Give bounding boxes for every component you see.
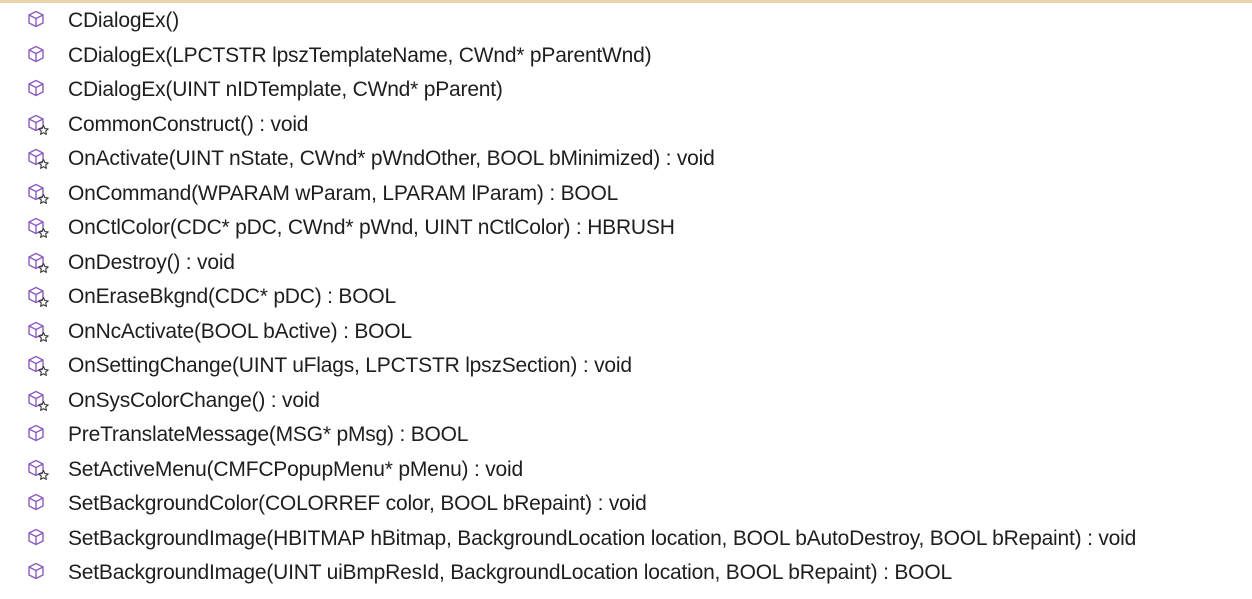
protected-method-icon [26,182,50,206]
member-label: CDialogEx(LPCTSTR lpszTemplateName, CWnd… [68,43,652,67]
public-method-icon [26,423,50,447]
member-label: PreTranslateMessage(MSG* pMsg) : BOOL [68,423,469,447]
member-label: OnDestroy() : void [68,250,235,274]
member-label: SetBackgroundImage(HBITMAP hBitmap, Back… [68,526,1137,550]
member-label: SetActiveMenu(CMFCPopupMenu* pMenu) : vo… [68,457,523,481]
member-row[interactable]: OnActivate(UINT nState, CWnd* pWndOther,… [0,142,1252,177]
protected-method-icon [26,147,50,171]
member-label: OnActivate(UINT nState, CWnd* pWndOther,… [68,147,715,171]
member-row[interactable]: OnNcActivate(BOOL bActive) : BOOL [0,315,1252,350]
protected-method-icon [26,389,50,413]
protected-method-icon [26,320,50,344]
protected-method-icon [26,458,50,482]
member-row[interactable]: PreTranslateMessage(MSG* pMsg) : BOOL [0,418,1252,453]
protected-method-icon [26,216,50,240]
member-label: CDialogEx() [68,9,179,33]
public-method-icon [26,9,50,33]
member-row[interactable]: SetBackgroundImage(HBITMAP hBitmap, Back… [0,522,1252,557]
member-label: OnEraseBkgnd(CDC* pDC) : BOOL [68,285,396,309]
public-method-icon [26,78,50,102]
member-label: OnCtlColor(CDC* pDC, CWnd* pWnd, UINT nC… [68,216,675,240]
protected-method-icon [26,354,50,378]
member-row[interactable]: CommonConstruct() : void [0,108,1252,143]
public-method-icon [26,492,50,516]
member-row[interactable]: OnDestroy() : void [0,246,1252,281]
member-list: CDialogEx() CDialogEx(LPCTSTR lpszTemplat… [0,4,1252,591]
protected-method-icon [26,113,50,137]
member-row[interactable]: SetBackgroundColor(COLORREF color, BOOL … [0,487,1252,522]
member-label: OnSettingChange(UINT uFlags, LPCTSTR lps… [68,354,632,378]
member-row[interactable]: OnSettingChange(UINT uFlags, LPCTSTR lps… [0,349,1252,384]
member-label: SetBackgroundColor(COLORREF color, BOOL … [68,492,647,516]
member-label: OnCommand(WPARAM wParam, LPARAM lParam) … [68,181,619,205]
member-label: OnSysColorChange() : void [68,388,320,412]
member-row[interactable]: OnCommand(WPARAM wParam, LPARAM lParam) … [0,177,1252,212]
member-row[interactable]: OnEraseBkgnd(CDC* pDC) : BOOL [0,280,1252,315]
panel-top-border [0,0,1252,3]
member-row[interactable]: SetActiveMenu(CMFCPopupMenu* pMenu) : vo… [0,453,1252,488]
public-method-icon [26,561,50,585]
member-row[interactable]: CDialogEx(LPCTSTR lpszTemplateName, CWnd… [0,39,1252,74]
member-label: SetBackgroundImage(UINT uiBmpResId, Back… [68,561,952,585]
public-method-icon [26,527,50,551]
member-label: CDialogEx(UINT nIDTemplate, CWnd* pParen… [68,78,503,102]
member-row[interactable]: CDialogEx() [0,4,1252,39]
member-label: OnNcActivate(BOOL bActive) : BOOL [68,319,412,343]
protected-method-icon [26,285,50,309]
member-label: CommonConstruct() : void [68,112,309,136]
public-method-icon [26,44,50,68]
member-row[interactable]: OnCtlColor(CDC* pDC, CWnd* pWnd, UINT nC… [0,211,1252,246]
member-row[interactable]: CDialogEx(UINT nIDTemplate, CWnd* pParen… [0,73,1252,108]
member-row[interactable]: SetBackgroundImage(UINT uiBmpResId, Back… [0,556,1252,591]
protected-method-icon [26,251,50,275]
member-row[interactable]: OnSysColorChange() : void [0,384,1252,419]
